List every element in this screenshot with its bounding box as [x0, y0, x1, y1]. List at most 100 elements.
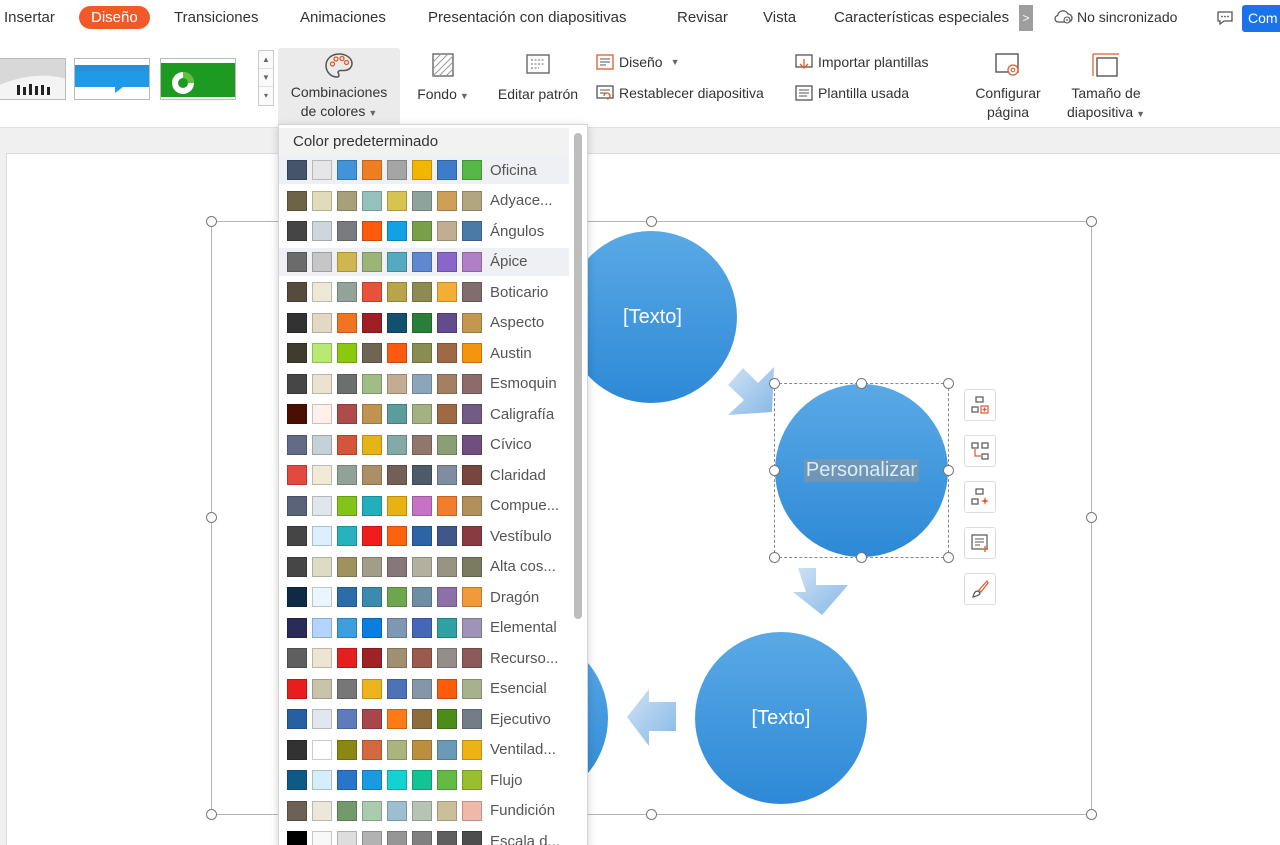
- color-swatch: [287, 587, 307, 607]
- color-swatch: [362, 404, 382, 424]
- color-scheme-name: Adyace...: [490, 192, 553, 209]
- color-swatch: [412, 190, 432, 211]
- color-swatch: [412, 495, 432, 516]
- color-scheme-item[interactable]: Austin: [279, 339, 569, 367]
- color-swatch: [437, 160, 457, 180]
- color-swatch: [312, 526, 332, 546]
- color-scheme-item[interactable]: Compue...: [279, 492, 569, 520]
- color-swatch: [362, 556, 382, 577]
- color-swatch: [462, 434, 482, 455]
- color-scheme-name: Escala d...: [490, 832, 561, 845]
- change-layout-tool[interactable]: [964, 435, 996, 467]
- color-swatch: [437, 221, 457, 241]
- shape-handle-bl[interactable]: [769, 552, 780, 563]
- shape-handle-l[interactable]: [769, 465, 780, 476]
- color-scheme-item[interactable]: Fundición: [279, 797, 569, 825]
- color-scheme-item[interactable]: Boticario: [279, 278, 569, 306]
- color-scheme-item[interactable]: Esencial: [279, 675, 569, 703]
- color-swatch: [337, 190, 357, 211]
- color-swatch: [362, 831, 382, 845]
- color-swatch: [412, 251, 432, 272]
- shape-handle-tr[interactable]: [943, 378, 954, 389]
- color-swatch: [462, 800, 482, 821]
- color-scheme-item[interactable]: Caligrafía: [279, 400, 569, 428]
- color-swatch: [337, 343, 357, 363]
- color-swatch: [312, 648, 332, 668]
- text-pane-tool[interactable]: [964, 527, 996, 559]
- color-scheme-item[interactable]: Claridad: [279, 461, 569, 489]
- color-scheme-name: Ángulos: [490, 222, 545, 240]
- shape-handle-t[interactable]: [856, 378, 867, 389]
- add-shape-tool[interactable]: [964, 389, 996, 421]
- color-swatch: [337, 831, 357, 845]
- color-scheme-item[interactable]: Flujo: [279, 766, 569, 794]
- color-swatch: [387, 343, 407, 363]
- color-swatch: [412, 526, 432, 546]
- color-scheme-name: Oficina: [490, 161, 537, 179]
- shape-handle-tl[interactable]: [769, 378, 780, 389]
- color-swatch: [387, 465, 407, 485]
- color-scheme-item[interactable]: Ventilad...: [279, 736, 569, 764]
- shape-handle-br[interactable]: [943, 552, 954, 563]
- shape-selection-frame[interactable]: [774, 383, 949, 558]
- color-swatch: [337, 587, 357, 607]
- color-swatch: [387, 556, 407, 577]
- color-swatch: [437, 556, 457, 577]
- dropdown-scrollbar[interactable]: [574, 133, 582, 619]
- color-swatch: [362, 312, 382, 333]
- color-scheme-item[interactable]: Ángulos: [279, 217, 569, 245]
- color-swatch: [462, 312, 482, 333]
- color-swatch: [462, 831, 482, 845]
- color-swatch: [462, 709, 482, 729]
- color-swatch: [337, 678, 357, 699]
- color-scheme-item[interactable]: Elemental: [279, 614, 569, 642]
- color-swatch: [312, 343, 332, 363]
- arrow-shape-1[interactable]: [728, 367, 774, 415]
- color-swatch: [312, 221, 332, 241]
- color-scheme-dropdown: Color predeterminado Oficina Adyace... Áng…: [278, 124, 588, 845]
- color-swatch: [312, 495, 332, 516]
- shape-handle-r[interactable]: [943, 465, 954, 476]
- color-scheme-name: Austin: [490, 344, 532, 362]
- color-scheme-item[interactable]: Aspecto: [279, 309, 569, 337]
- color-swatch: [462, 404, 482, 424]
- color-scheme-item[interactable]: Oficina: [279, 156, 569, 184]
- color-swatch: [437, 648, 457, 668]
- color-swatch: [287, 251, 307, 272]
- color-swatch: [437, 434, 457, 455]
- color-scheme-item[interactable]: Ápice: [279, 247, 569, 276]
- color-swatch: [287, 282, 307, 302]
- color-swatch: [287, 221, 307, 241]
- shape-handle-b[interactable]: [856, 552, 867, 563]
- color-scheme-item[interactable]: Recurso...: [279, 644, 569, 672]
- color-swatch: [362, 739, 382, 760]
- color-swatch: [437, 343, 457, 363]
- color-scheme-item[interactable]: Esmoquin: [279, 370, 569, 398]
- color-swatch: [387, 800, 407, 821]
- color-swatch: [412, 465, 432, 485]
- color-swatch: [387, 434, 407, 455]
- color-swatch: [312, 617, 332, 638]
- format-painter-tool[interactable]: [964, 573, 996, 605]
- color-swatch: [337, 495, 357, 516]
- color-scheme-item[interactable]: Ejecutivo: [279, 705, 569, 733]
- color-scheme-name: Esencial: [490, 680, 547, 697]
- color-scheme-item[interactable]: Alta cos...: [279, 553, 569, 581]
- shape-style-tool[interactable]: [964, 481, 996, 513]
- color-scheme-item[interactable]: Vestíbulo: [279, 522, 569, 550]
- color-scheme-item[interactable]: Cívico: [279, 431, 569, 459]
- color-swatch: [387, 251, 407, 272]
- color-swatch: [362, 251, 382, 272]
- color-swatch: [312, 312, 332, 333]
- color-swatch: [437, 465, 457, 485]
- color-scheme-item[interactable]: Adyace...: [279, 187, 569, 215]
- color-swatch: [437, 190, 457, 211]
- color-scheme-item[interactable]: Escala d...: [279, 827, 569, 845]
- color-scheme-item[interactable]: Dragón: [279, 583, 569, 611]
- color-swatch: [287, 709, 307, 729]
- color-scheme-name: Ápice: [490, 253, 528, 270]
- color-swatch: [362, 343, 382, 363]
- color-swatch: [362, 770, 382, 790]
- arrow-shape-3[interactable]: [627, 689, 676, 746]
- arrow-shape-2[interactable]: [793, 568, 848, 615]
